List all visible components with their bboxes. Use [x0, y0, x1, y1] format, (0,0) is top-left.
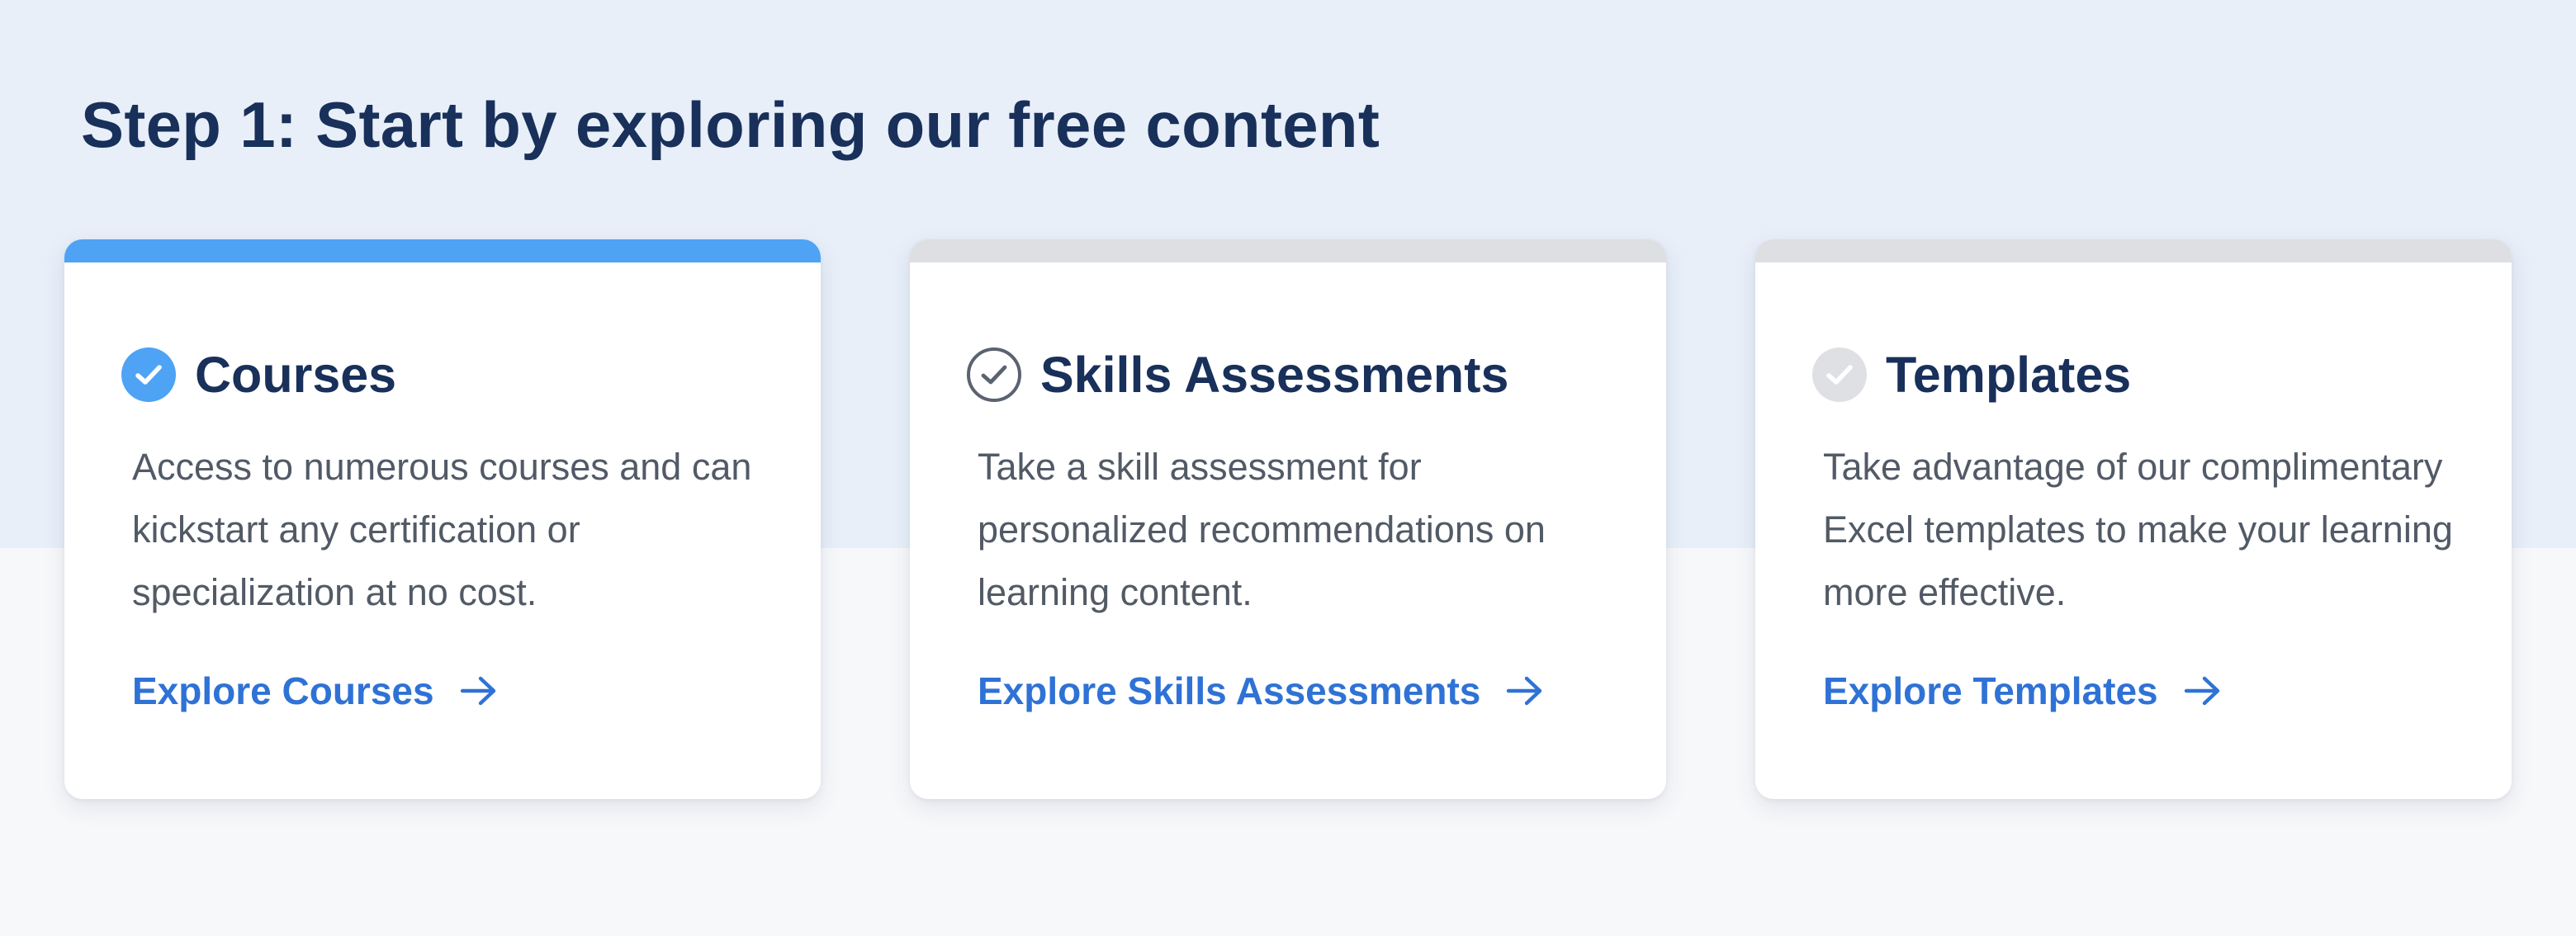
check-circle-grey-icon [1812, 347, 1867, 402]
check-circle-icon [121, 347, 176, 402]
check-circle-outline-icon [967, 347, 1021, 402]
arrow-right-icon [1507, 676, 1542, 706]
templates-card: Templates Take advantage of our complime… [1755, 239, 2512, 799]
card-description: Access to numerous courses and can kicks… [132, 446, 752, 613]
card-accent-bar [64, 239, 821, 262]
section-heading: Step 1: Start by exploring our free cont… [81, 88, 1380, 161]
explore-courses-link[interactable]: Explore Courses [132, 662, 499, 720]
card-title: Templates [1886, 347, 2132, 403]
explore-templates-link[interactable]: Explore Templates [1823, 662, 2223, 720]
arrow-right-icon [2184, 676, 2219, 706]
courses-card: Courses Access to numerous courses and c… [64, 239, 821, 799]
link-label: Explore Skills Assessments [978, 669, 1481, 712]
card-description: Take advantage of our complimentary Exce… [1823, 446, 2453, 613]
card-title: Skills Assessments [1040, 347, 1509, 403]
link-label: Explore Templates [1823, 669, 2158, 712]
card-title: Courses [195, 347, 397, 403]
card-accent-bar [910, 239, 1666, 262]
card-accent-bar [1755, 239, 2512, 262]
arrow-right-icon [460, 676, 495, 706]
skills-assessments-card: Skills Assessments Take a skill assessme… [910, 239, 1666, 799]
explore-skills-assessments-link[interactable]: Explore Skills Assessments [978, 662, 1545, 720]
card-description: Take a skill assessment for personalized… [978, 446, 1546, 613]
link-label: Explore Courses [132, 669, 434, 712]
